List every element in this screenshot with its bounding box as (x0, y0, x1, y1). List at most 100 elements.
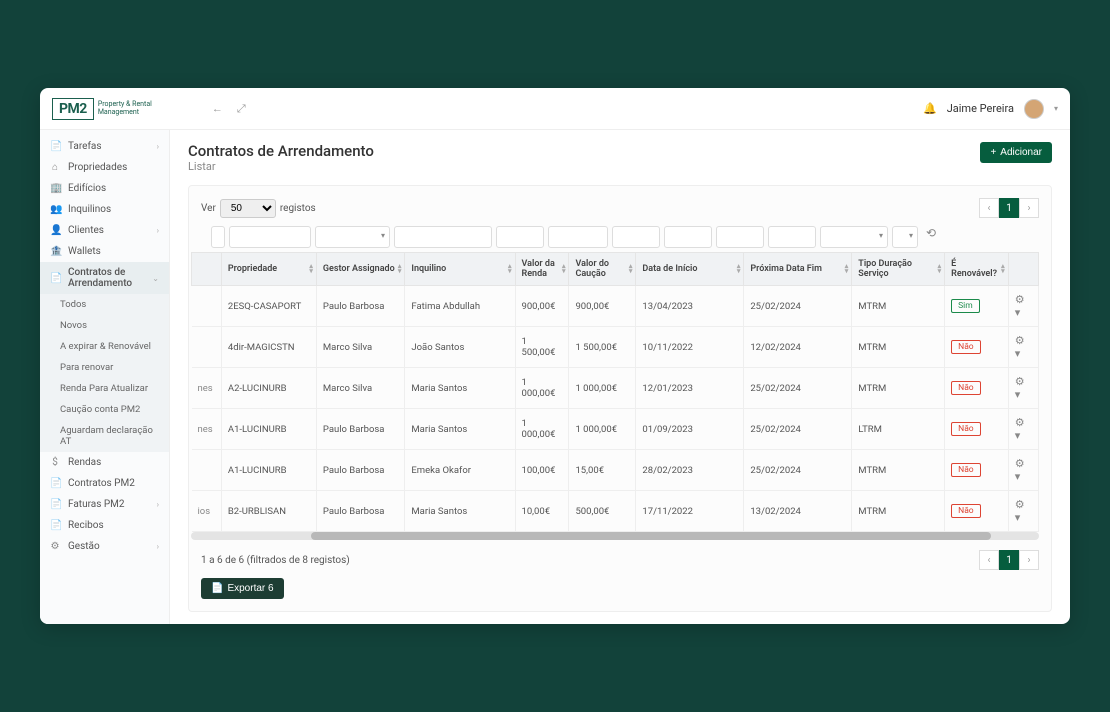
cell (192, 286, 222, 327)
row-actions[interactable]: ⚙ ▾ (1015, 293, 1025, 319)
sidebar-item-1[interactable]: ⌂Propriedades (40, 157, 169, 178)
cell: Maria Santos (405, 491, 515, 532)
filter-renov[interactable] (892, 226, 918, 248)
cell[interactable]: ⚙ ▾ (1008, 368, 1038, 409)
cell: Não (945, 368, 1009, 409)
nav-label: Faturas PM2 (68, 499, 125, 510)
row-actions[interactable]: ⚙ ▾ (1015, 457, 1025, 483)
cell: Não (945, 409, 1009, 450)
sidebar-item-8[interactable]: 📄Contratos PM2 (40, 473, 169, 494)
sidebar-item-10[interactable]: 📄Recibos (40, 515, 169, 536)
cell[interactable]: ⚙ ▾ (1008, 450, 1038, 491)
controls-bottom: 1 a 6 de 6 (filtrados de 8 registos) ‹ 1… (201, 550, 1039, 570)
next-page[interactable]: › (1019, 198, 1039, 218)
cell: 13/04/2023 (636, 286, 744, 327)
filter-gestor[interactable] (315, 226, 390, 248)
sub-item-1[interactable]: Novos (40, 315, 169, 336)
col-2[interactable]: Inquilino▴▾ (405, 253, 515, 286)
row-actions[interactable]: ⚙ ▾ (1015, 416, 1025, 442)
add-button[interactable]: + Adicionar (980, 142, 1052, 163)
col-4[interactable]: Valor do Caução▴▾ (569, 253, 636, 286)
filter-inicio-to[interactable] (664, 226, 712, 248)
col-6[interactable]: Próxima Data Fim▴▾ (744, 253, 852, 286)
filter-caucao[interactable] (548, 226, 608, 248)
filter-propriedade[interactable] (229, 226, 311, 248)
bell-icon[interactable]: 🔔 (923, 102, 937, 115)
sidebar-item-7[interactable]: $Rendas (40, 452, 169, 473)
logo-mark: PM2 (52, 98, 94, 120)
sidebar-item-6[interactable]: 📄Contratos de Arrendamento⌄ (40, 262, 169, 294)
filter-inquilino[interactable] (394, 226, 492, 248)
cell[interactable]: ⚙ ▾ (1008, 409, 1038, 450)
filter-fim-from[interactable] (716, 226, 764, 248)
nav-label: Edifícios (68, 183, 106, 194)
prev-page[interactable]: ‹ (979, 198, 999, 218)
cell: 10,00€ (515, 491, 569, 532)
col-7[interactable]: Tipo Duração Serviço▴▾ (852, 253, 945, 286)
nav-icon: 👤 (50, 225, 60, 236)
filter-renda[interactable] (496, 226, 544, 248)
page-1[interactable]: 1 (999, 198, 1019, 218)
col-0[interactable]: Propriedade▴▾ (221, 253, 316, 286)
prev-page-b[interactable]: ‹ (979, 550, 999, 570)
row-actions[interactable]: ⚙ ▾ (1015, 375, 1025, 401)
controls-top: Ver 50 registos ‹ 1 › (201, 198, 1039, 218)
expand-icon[interactable]: ⤢ (237, 102, 246, 116)
pagination-bottom: ‹ 1 › (979, 550, 1039, 570)
sub-item-6[interactable]: Aguardam declaração AT (40, 420, 169, 452)
sidebar-item-4[interactable]: 👤Clientes› (40, 220, 169, 241)
col-3[interactable]: Valor da Renda▴▾ (515, 253, 569, 286)
data-table: Propriedade▴▾Gestor Assignado▴▾Inquilino… (191, 252, 1039, 532)
col-1[interactable]: Gestor Assignado▴▾ (316, 253, 405, 286)
sub-item-3[interactable]: Para renovar (40, 357, 169, 378)
sub-item-4[interactable]: Renda Para Atualizar (40, 378, 169, 399)
filter-inicio-from[interactable] (612, 226, 660, 248)
sidebar-item-2[interactable]: 🏢Edifícios (40, 178, 169, 199)
sidebar-item-0[interactable]: 📄Tarefas› (40, 136, 169, 157)
col-5[interactable]: Data de Início▴▾ (636, 253, 744, 286)
cell[interactable]: ⚙ ▾ (1008, 286, 1038, 327)
cell: 100,00€ (515, 450, 569, 491)
cell: 10/11/2022 (636, 327, 744, 368)
renov-badge: Não (951, 422, 981, 436)
cell: 500,00€ (569, 491, 636, 532)
filter-tipo[interactable] (820, 226, 888, 248)
sidebar-item-9[interactable]: 📄Faturas PM2› (40, 494, 169, 515)
user-name[interactable]: Jaime Pereira (947, 102, 1014, 115)
topbar: PM2 Property & Rental Management ← ⤢ 🔔 J… (40, 88, 1070, 130)
nav-icon: 📄 (50, 499, 60, 510)
horizontal-scrollbar[interactable] (191, 532, 1039, 540)
logo[interactable]: PM2 Property & Rental Management (52, 98, 152, 120)
scrollbar-thumb[interactable] (311, 532, 991, 540)
cell[interactable]: ⚙ ▾ (1008, 491, 1038, 532)
reset-filters-icon[interactable]: ⟲ (926, 226, 936, 248)
cell: Paulo Barbosa (316, 450, 405, 491)
export-button[interactable]: 📄 Exportar 6 (201, 578, 284, 599)
cell (192, 450, 222, 491)
avatar[interactable] (1024, 99, 1044, 119)
subnav: TodosNovosA expirar & RenovávelPara reno… (40, 294, 169, 452)
sidebar-item-5[interactable]: 🏦Wallets (40, 241, 169, 262)
cell: MTRM (852, 491, 945, 532)
back-icon[interactable]: ← (212, 102, 223, 116)
col-8[interactable]: É Renovável?▴▾ (945, 253, 1009, 286)
user-caret-icon[interactable]: ▾ (1054, 104, 1058, 113)
page-1-b[interactable]: 1 (999, 550, 1019, 570)
cell: Sim (945, 286, 1009, 327)
row-actions[interactable]: ⚙ ▾ (1015, 334, 1025, 360)
cell[interactable]: ⚙ ▾ (1008, 327, 1038, 368)
table-row: 2ESQ-CASAPORTPaulo BarbosaFatima Abdulla… (192, 286, 1039, 327)
row-actions[interactable]: ⚙ ▾ (1015, 498, 1025, 524)
cell: 25/02/2024 (744, 450, 852, 491)
page-size-select[interactable]: 50 (220, 199, 276, 218)
sub-item-0[interactable]: Todos (40, 294, 169, 315)
filter-fim-to[interactable] (768, 226, 816, 248)
sidebar-item-11[interactable]: ⚙Gestão› (40, 536, 169, 557)
sub-item-5[interactable]: Caução conta PM2 (40, 399, 169, 420)
nav-label: Contratos de Arrendamento (68, 267, 144, 289)
cell: A1-LUCINURB (221, 450, 316, 491)
sidebar-item-3[interactable]: 👥Inquilinos (40, 199, 169, 220)
cell: Não (945, 450, 1009, 491)
next-page-b[interactable]: › (1019, 550, 1039, 570)
sub-item-2[interactable]: A expirar & Renovável (40, 336, 169, 357)
